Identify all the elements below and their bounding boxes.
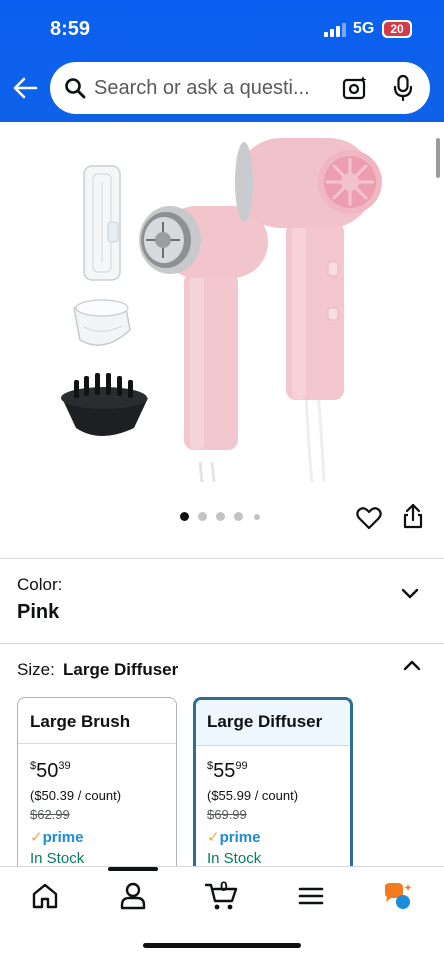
size-option-large-brush[interactable]: Large Brush $5039 ($50.39 / count) $62.9… [17, 697, 177, 877]
hair-dryer-back-image [235, 138, 382, 482]
bottom-navigation: 0 [0, 866, 444, 960]
scrollbar[interactable] [436, 138, 440, 178]
prime-badge: ✓prime [30, 828, 83, 846]
cart-button[interactable]: 0 [204, 878, 240, 911]
diffuser-attachment-image [61, 373, 148, 436]
price-fraction: 99 [235, 760, 248, 772]
option-price: $5039 [30, 760, 71, 783]
battery-icon: 20 [382, 20, 412, 38]
unit-price: ($55.99 / count) [207, 788, 299, 803]
rufus-assistant-icon[interactable] [382, 881, 412, 911]
clock: 8:59 [50, 18, 91, 40]
stock-status: In Stock [30, 850, 85, 867]
option-header: Large Diffuser [196, 700, 350, 746]
size-option-large-diffuser[interactable]: Large Diffuser $5599 ($55.99 / count) $6… [193, 697, 353, 877]
carousel-dot[interactable] [216, 512, 225, 521]
nozzle-attachment-image [73, 299, 131, 346]
battery-level: 20 [384, 22, 410, 36]
prime-check-icon: ✓ [30, 829, 43, 846]
price-whole: 55 [213, 760, 236, 782]
status-bar: 8:59 5G 20 [0, 0, 444, 58]
hair-dryer-front-image [139, 206, 268, 482]
search-bar[interactable]: Search or ask a questi... [50, 62, 430, 114]
heart-icon[interactable] [356, 506, 382, 530]
home-indicator [143, 943, 301, 948]
prime-badge: ✓prime [207, 828, 260, 846]
carousel-dot[interactable] [254, 514, 260, 520]
prime-label: prime [42, 829, 84, 846]
account-icon[interactable] [118, 881, 148, 911]
color-label: Color: [17, 575, 63, 594]
prime-check-icon: ✓ [207, 829, 220, 846]
menu-icon[interactable] [296, 881, 326, 911]
unit-price: ($50.39 / count) [30, 788, 122, 803]
price-whole: 50 [36, 760, 59, 782]
color-value: Pink [17, 601, 60, 623]
search-input[interactable]: Search or ask a questi... [94, 77, 330, 100]
size-value: Large Diffuser [63, 660, 179, 679]
chevron-up-icon[interactable] [402, 658, 422, 672]
carousel-dot[interactable] [234, 512, 243, 521]
signal-icon [324, 23, 346, 37]
home-icon[interactable] [30, 881, 60, 911]
product-image[interactable] [0, 122, 444, 482]
product-page: 8:59 5G 20 Search or ask a questi... Col… [0, 0, 444, 960]
carousel-dot[interactable] [198, 512, 207, 521]
option-header: Large Brush [18, 698, 176, 744]
size-label: Size: [17, 660, 55, 679]
product-image-gallery[interactable] [0, 122, 444, 558]
list-price: $69.99 [207, 807, 247, 822]
back-arrow-icon[interactable] [12, 76, 38, 100]
camera-lens-icon[interactable] [342, 75, 368, 101]
chevron-down-icon[interactable] [400, 587, 420, 601]
list-price: $62.99 [30, 807, 70, 822]
microphone-icon[interactable] [392, 74, 414, 102]
price-fraction: 39 [58, 760, 71, 772]
prime-label: prime [219, 829, 261, 846]
carousel-dot-active[interactable] [180, 512, 189, 521]
share-icon[interactable] [402, 503, 424, 529]
stock-status: In Stock [207, 850, 262, 867]
option-title: Large Brush [30, 712, 131, 731]
option-price: $5599 [207, 760, 248, 783]
brush-attachment-image [83, 165, 121, 281]
search-icon [65, 78, 86, 99]
active-tab-indicator [108, 867, 158, 871]
cart-count-badge: 0 [220, 878, 228, 894]
color-selector[interactable]: Color: Pink [0, 559, 444, 643]
size-selector[interactable]: Size: Large Diffuser [0, 644, 444, 694]
network-type: 5G [353, 20, 375, 37]
option-title: Large Diffuser [207, 712, 323, 731]
header: 8:59 5G 20 Search or ask a questi... [0, 0, 444, 122]
